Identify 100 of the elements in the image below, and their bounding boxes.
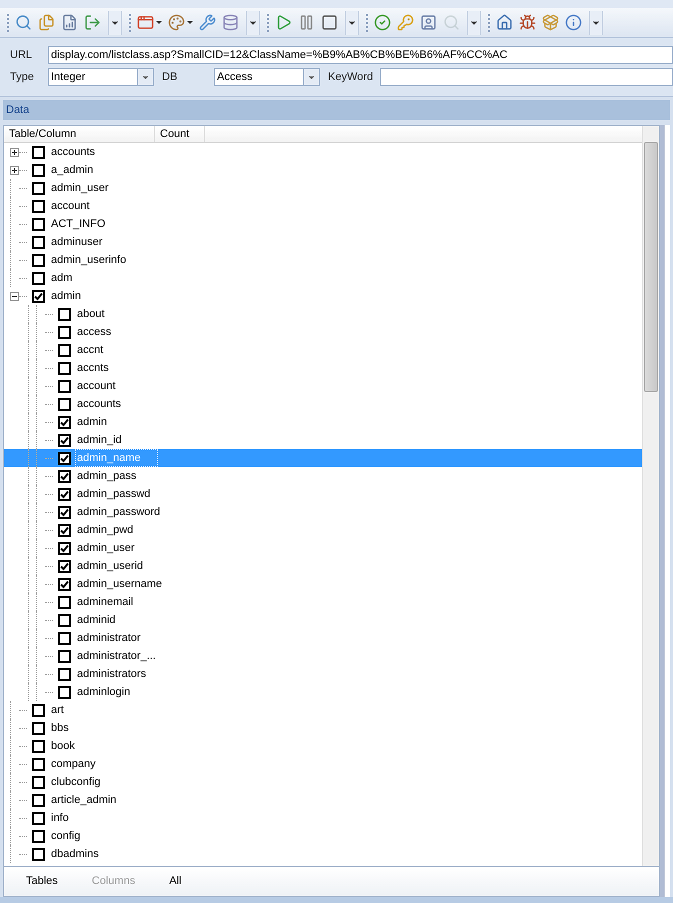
checkbox[interactable] <box>58 308 71 320</box>
checkbox[interactable] <box>58 398 71 410</box>
tree-row[interactable]: admin_passwd <box>4 485 642 503</box>
tree-row[interactable]: ACT_INFO <box>4 215 642 233</box>
checkbox[interactable] <box>58 416 71 428</box>
tree-row[interactable]: admin_user <box>4 179 642 197</box>
checkbox[interactable] <box>32 812 45 824</box>
tree-row[interactable]: admin <box>4 287 642 305</box>
checkbox[interactable] <box>58 434 71 446</box>
checkbox[interactable] <box>58 650 71 662</box>
tree-row[interactable]: dbadmins <box>4 845 642 863</box>
checkbox[interactable] <box>58 524 71 536</box>
checkbox[interactable] <box>58 470 71 482</box>
checkbox[interactable] <box>32 722 45 734</box>
tree-row[interactable]: a_admin <box>4 161 642 179</box>
checkbox[interactable] <box>32 164 45 176</box>
checkbox[interactable] <box>58 506 71 518</box>
dropdown-button[interactable] <box>108 10 122 34</box>
tree-row[interactable]: accounts <box>4 143 642 161</box>
checkbox[interactable] <box>58 578 71 590</box>
tree-row[interactable]: admin_password <box>4 503 642 521</box>
bottom-tab[interactable]: All <box>169 873 182 890</box>
checkbox[interactable] <box>58 362 71 374</box>
tree-row[interactable]: account <box>4 197 642 215</box>
tree-row[interactable]: admin_userinfo <box>4 251 642 269</box>
checkbox[interactable] <box>58 614 71 626</box>
tree-row[interactable]: book <box>4 737 642 755</box>
column-header[interactable]: Count <box>155 126 205 142</box>
tree-row[interactable]: admin_username <box>4 575 642 593</box>
checkbox[interactable] <box>32 236 45 248</box>
checkbox[interactable] <box>32 776 45 788</box>
type-dropdown[interactable]: Integer <box>48 68 154 86</box>
checkbox[interactable] <box>32 272 45 284</box>
tree-row[interactable]: config <box>4 827 642 845</box>
tree-row[interactable]: adminlogin <box>4 683 642 701</box>
url-label: URL <box>10 48 34 62</box>
collapse-icon[interactable] <box>10 292 19 300</box>
tree-row[interactable]: admin_pwd <box>4 521 642 539</box>
checkbox[interactable] <box>58 326 71 338</box>
expand-icon[interactable] <box>10 166 19 174</box>
checkbox[interactable] <box>58 686 71 698</box>
tree-row[interactable]: admin_userid <box>4 557 642 575</box>
checkbox[interactable] <box>32 182 45 194</box>
dropdown-button[interactable] <box>589 10 603 34</box>
dropdown-button[interactable] <box>467 10 481 34</box>
dropdown-button[interactable] <box>345 10 359 34</box>
checkbox[interactable] <box>32 146 45 158</box>
tree-row[interactable]: administrators <box>4 665 642 683</box>
user-card-icon <box>420 14 437 31</box>
tree-row[interactable]: info <box>4 809 642 827</box>
tree-row[interactable]: about <box>4 305 642 323</box>
scrollbar[interactable] <box>642 126 659 866</box>
tree-row[interactable]: admin <box>4 413 642 431</box>
checkbox[interactable] <box>32 848 45 860</box>
checkbox[interactable] <box>58 488 71 500</box>
tree-row[interactable]: accnt <box>4 341 642 359</box>
tree-row[interactable]: administrator <box>4 629 642 647</box>
keyword-field[interactable] <box>380 68 673 86</box>
tree-row[interactable]: adminemail <box>4 593 642 611</box>
checkbox[interactable] <box>32 830 45 842</box>
tree-row[interactable]: adm <box>4 269 642 287</box>
tree-row[interactable]: adminuser <box>4 233 642 251</box>
tree-row[interactable]: adminid <box>4 611 642 629</box>
tree-row[interactable]: admin_user <box>4 539 642 557</box>
checkbox[interactable] <box>58 542 71 554</box>
tree-row[interactable]: access <box>4 323 642 341</box>
url-field[interactable]: display.com/listclass.asp?SmallCID=12&ClassName=%B9%AB%CB%BE%B6%AF%CC%AC <box>48 46 673 64</box>
tree-row[interactable]: accnts <box>4 359 642 377</box>
tree-item-label: article_admin <box>50 792 118 808</box>
checkbox[interactable] <box>32 758 45 770</box>
checkbox[interactable] <box>32 254 45 266</box>
checkbox[interactable] <box>32 290 45 302</box>
bottom-tab[interactable]: Tables <box>26 873 58 890</box>
checkbox[interactable] <box>58 560 71 572</box>
tree-row[interactable]: clubconfig <box>4 773 642 791</box>
check-circle-icon <box>374 14 391 31</box>
tree-row[interactable]: accounts <box>4 395 642 413</box>
tree-row[interactable]: article_admin <box>4 791 642 809</box>
checkbox[interactable] <box>58 632 71 644</box>
checkbox[interactable] <box>58 380 71 392</box>
checkbox[interactable] <box>32 794 45 806</box>
tree-row[interactable]: account <box>4 377 642 395</box>
checkbox[interactable] <box>32 704 45 716</box>
tree-row[interactable]: company <box>4 755 642 773</box>
tree-row[interactable]: bbs <box>4 719 642 737</box>
tree-row[interactable]: admin_pass <box>4 467 642 485</box>
checkbox[interactable] <box>32 200 45 212</box>
column-header[interactable]: Table/Column <box>4 126 155 142</box>
checkbox[interactable] <box>32 218 45 230</box>
checkbox[interactable] <box>58 452 71 464</box>
tree-row[interactable]: art <box>4 701 642 719</box>
expand-icon[interactable] <box>10 148 19 156</box>
db-dropdown[interactable]: Access <box>214 68 320 86</box>
tree-row[interactable]: administrator_... <box>4 647 642 665</box>
dropdown-button[interactable] <box>246 10 260 34</box>
checkbox[interactable] <box>58 668 71 680</box>
checkbox[interactable] <box>58 344 71 356</box>
checkbox[interactable] <box>58 596 71 608</box>
checkbox[interactable] <box>32 740 45 752</box>
tree-item-label: accnts <box>76 360 110 376</box>
